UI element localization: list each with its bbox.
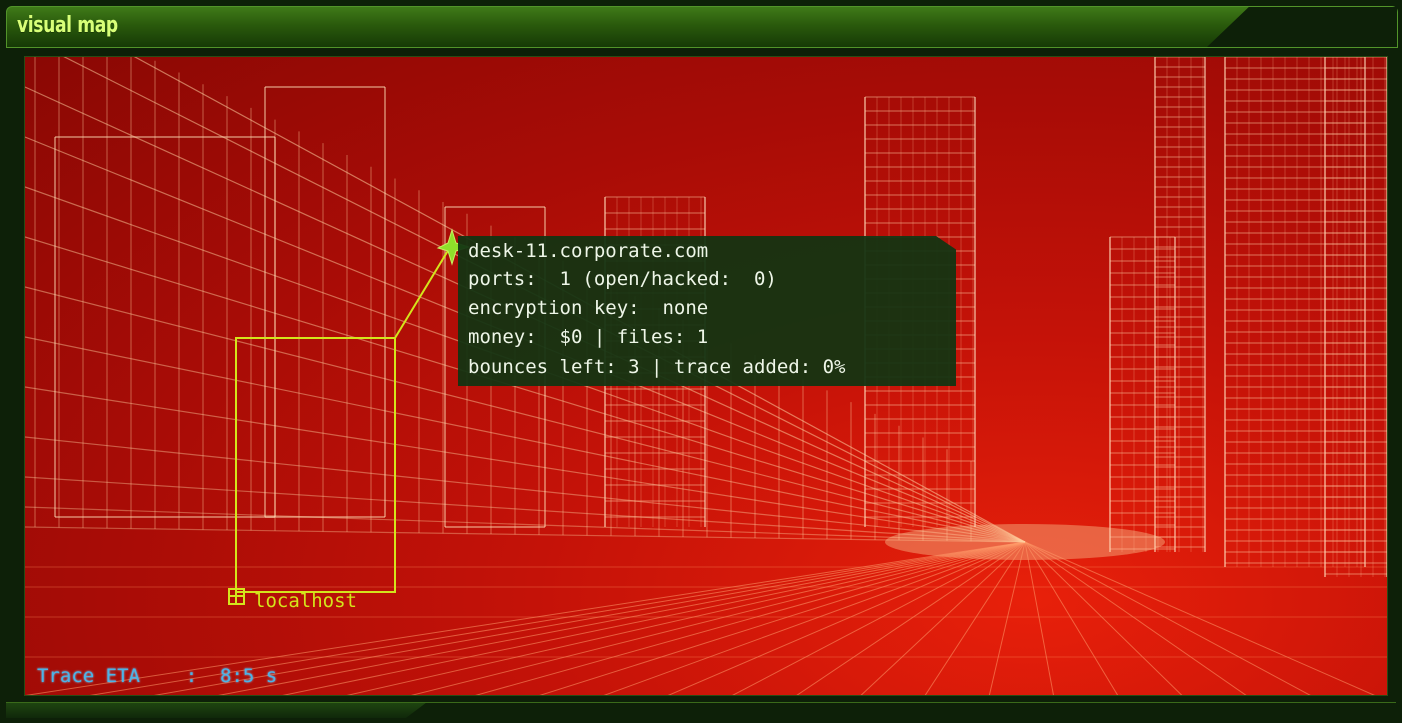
visual-map-window: visual map desk-11.corporate.com ports: …: [0, 0, 1402, 723]
node-square-icon[interactable]: [228, 588, 245, 605]
popup-bounces-trace: bounces left: 3 | trace added: 0%: [468, 356, 846, 378]
node-info-popup: desk-11.corporate.com ports: 1 (open/hac…: [458, 236, 956, 386]
popup-hostname: desk-11.corporate.com: [468, 240, 709, 262]
trace-eta-readout: Trace ETA : 8:5 s: [37, 665, 278, 687]
bottom-bar: [6, 702, 1396, 718]
bottom-bar-tab: [406, 703, 1396, 718]
title-bar: visual map: [6, 6, 1398, 48]
popup-money-files: money: $0 | files: 1: [468, 326, 709, 348]
popup-encryption: encryption key: none: [468, 297, 709, 319]
title-bar-notch: [1207, 7, 1397, 47]
localhost-label[interactable]: localhost: [254, 590, 357, 612]
popup-ports: ports: 1 (open/hacked: 0): [468, 268, 777, 290]
window-title: visual map: [17, 13, 118, 38]
